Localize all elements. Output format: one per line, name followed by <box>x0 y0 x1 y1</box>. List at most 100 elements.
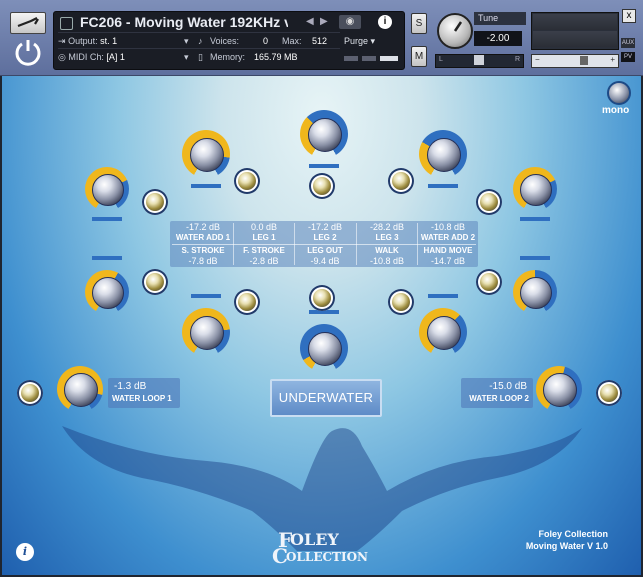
pan-handle[interactable] <box>474 55 484 65</box>
midi-label: MIDI Ch: <box>68 52 104 62</box>
leg-1-knob[interactable] <box>182 130 230 178</box>
prev-instrument-icon[interactable]: ◀ <box>306 16 314 27</box>
channel-label: LEG OUT <box>307 246 343 255</box>
pan-left-label: L <box>439 56 443 63</box>
channel-level: -7.8 dB <box>188 256 218 266</box>
aux-button[interactable]: AUX <box>621 38 635 48</box>
chevron-down-icon: ▾ <box>370 36 376 46</box>
leg-1-fx-knob[interactable] <box>234 168 260 194</box>
instrument-header-panel: FC206 - Moving Water 192KHz v1.0 ◀ ▶ ◉ i… <box>53 11 405 70</box>
leg-2-fx-knob[interactable] <box>309 173 335 199</box>
s-stroke-fx-knob[interactable] <box>142 269 168 295</box>
water-loop-2-fx-knob[interactable] <box>596 380 622 406</box>
water-loop-1-label: WATER LOOP 1 <box>112 394 172 403</box>
purge-button[interactable]: Purge ▾ <box>344 36 375 47</box>
mono-knob[interactable] <box>607 81 631 105</box>
water-loop-1-display: -1.3 dB WATER LOOP 1 <box>108 378 180 408</box>
pv-button[interactable]: PV <box>621 52 635 62</box>
channel-level: -14.7 dB <box>430 256 466 266</box>
water-loop-2-knob[interactable] <box>536 366 582 412</box>
loaded-indicator <box>380 56 398 61</box>
max-voices-value[interactable]: 512 <box>312 36 327 46</box>
water-loop-1-knob[interactable] <box>57 366 103 412</box>
channel-label: LEG 3 <box>375 233 399 242</box>
level-meter <box>531 12 619 50</box>
solo-button[interactable]: S <box>411 13 427 34</box>
next-instrument-icon[interactable]: ▶ <box>320 16 328 27</box>
mono-label: mono <box>602 105 630 116</box>
level-bar <box>309 164 339 168</box>
channel-label: S. STROKE <box>181 246 225 255</box>
memory-label: Memory: <box>210 52 246 62</box>
level-bar <box>428 184 458 188</box>
info-button[interactable]: i <box>16 543 34 561</box>
loaded-indicator <box>362 56 376 61</box>
ni-logo-icon <box>14 38 42 66</box>
camera-icon[interactable]: ◉ <box>339 15 361 29</box>
pan-right-label: R <box>514 56 520 63</box>
volume-slider[interactable]: − + <box>531 54 619 68</box>
water-loop-1-level: -1.3 dB <box>114 381 147 392</box>
channel-label: WALK <box>375 246 399 255</box>
water-add-2-knob[interactable] <box>513 167 557 211</box>
water-loop-2-label: WATER LOOP 2 <box>469 394 529 403</box>
channel-level: -10.8 dB <box>369 256 405 266</box>
channel-label: WATER ADD 2 <box>420 233 476 242</box>
instrument-icon[interactable] <box>60 17 73 30</box>
leg-2-knob[interactable] <box>300 110 348 158</box>
credit-title: Foley Collection <box>538 529 608 539</box>
level-bar <box>191 184 221 188</box>
leg-3-knob[interactable] <box>419 130 467 178</box>
loaded-indicator <box>344 56 358 61</box>
walk-knob[interactable] <box>419 308 467 356</box>
credit-version: Moving Water V 1.0 <box>525 541 608 551</box>
output-row[interactable]: ⇥ Output: st. 1 ▾ ♪ Voices: 0 Max: 512 <box>58 36 327 47</box>
channel-label: LEG 2 <box>313 233 337 242</box>
walk-fx-knob[interactable] <box>388 289 414 315</box>
wrench-icon[interactable] <box>10 12 46 34</box>
memory-icon: ▯ <box>198 52 203 62</box>
midi-icon: ◎ <box>58 52 66 62</box>
hand-move-fx-knob[interactable] <box>476 269 502 295</box>
level-bar <box>92 256 122 260</box>
info-button[interactable]: i <box>378 15 392 29</box>
chevron-down-icon[interactable]: ▾ <box>184 52 189 63</box>
leg-out-knob[interactable] <box>300 324 348 372</box>
tune-knob[interactable] <box>437 13 473 49</box>
instrument-title[interactable]: FC206 - Moving Water 192KHz v1.0 <box>80 14 288 30</box>
channel-level: -9.4 dB <box>310 256 340 266</box>
tune-value[interactable]: -2.00 <box>474 31 522 46</box>
level-bar <box>520 256 550 260</box>
voices-icon: ♪ <box>198 36 203 46</box>
water-add-2-fx-knob[interactable] <box>476 189 502 215</box>
water-add-1-knob[interactable] <box>85 167 129 211</box>
output-value[interactable]: st. 1 <box>100 36 117 46</box>
f-stroke-fx-knob[interactable] <box>234 289 260 315</box>
channel-level: 0.0 dB <box>250 222 278 232</box>
water-loop-2-display: -15.0 dB WATER LOOP 2 <box>461 378 533 408</box>
instrument-panel: mono -17.2 dB WATER ADD 1 0.0 dB LEG 1 -… <box>2 76 641 575</box>
memory-value: 165.79 MB <box>254 52 298 62</box>
chevron-down-icon[interactable]: ▾ <box>184 36 189 47</box>
midi-channel-value[interactable]: [A] 1 <box>106 52 125 62</box>
output-label: Output: <box>68 36 98 46</box>
hand-move-knob[interactable] <box>513 270 557 314</box>
water-add-1-fx-knob[interactable] <box>142 189 168 215</box>
channel-label: WATER ADD 1 <box>175 233 231 242</box>
voices-label: Voices: <box>210 36 240 46</box>
close-button[interactable]: x <box>622 9 636 23</box>
level-bar <box>428 294 458 298</box>
underwater-button[interactable]: UNDERWATER <box>270 379 382 417</box>
water-loop-1-fx-knob[interactable] <box>17 380 43 406</box>
pan-slider[interactable]: L R <box>435 54 524 68</box>
s-stroke-knob[interactable] <box>85 270 129 314</box>
midi-row[interactable]: ◎ MIDI Ch: [A] 1 ▾ ▯ Memory: 165.79 MB <box>58 52 298 63</box>
f-stroke-knob[interactable] <box>182 308 230 356</box>
channel-label: LEG 1 <box>252 233 276 242</box>
voices-value: 0 <box>263 36 269 46</box>
channel-level: -28.2 dB <box>369 222 405 232</box>
mute-button[interactable]: M <box>411 46 427 67</box>
leg-3-fx-knob[interactable] <box>388 168 414 194</box>
leg-out-fx-knob[interactable] <box>309 285 335 311</box>
kontakt-header: FC206 - Moving Water 192KHz v1.0 ◀ ▶ ◉ i… <box>0 0 643 76</box>
